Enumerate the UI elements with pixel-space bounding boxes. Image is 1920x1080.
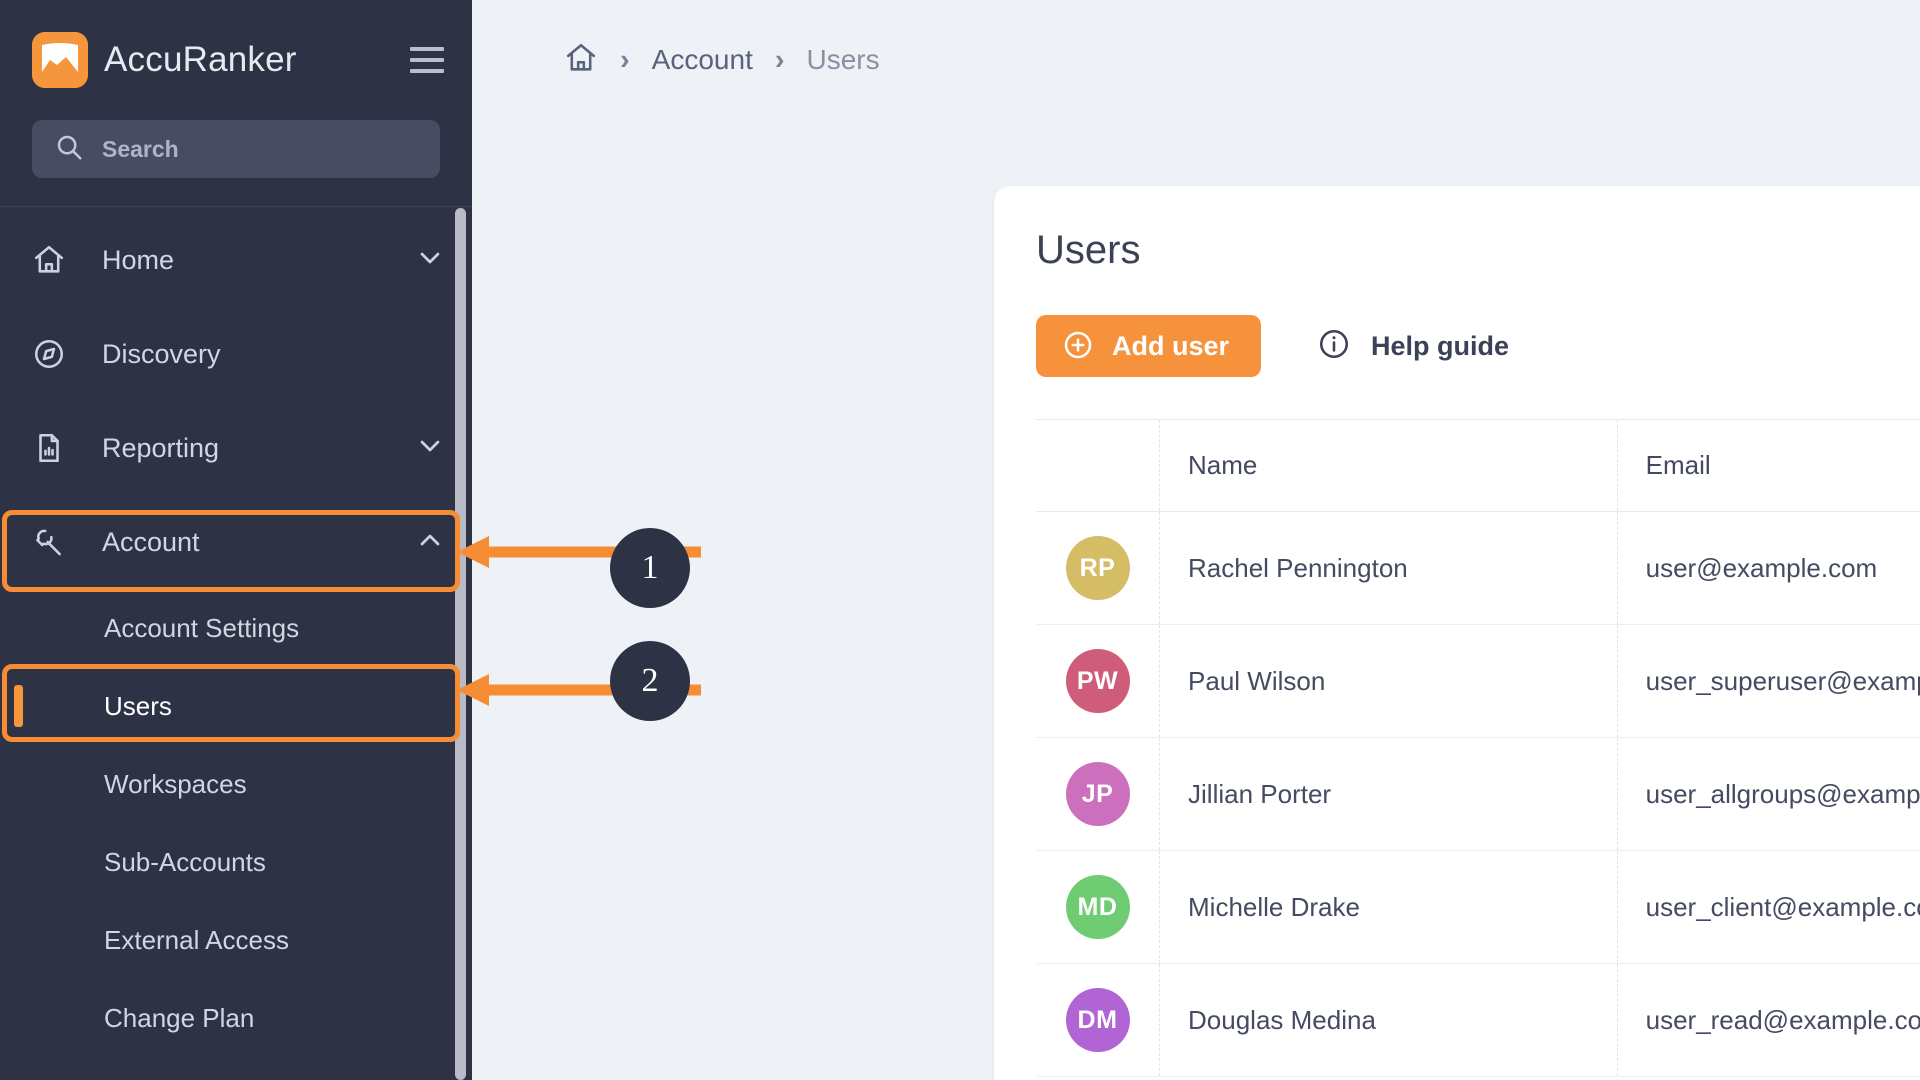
breadcrumb: › Account › Users xyxy=(472,0,1920,120)
add-user-button[interactable]: Add user xyxy=(1036,315,1262,377)
brand-name: AccuRanker xyxy=(104,40,297,79)
avatar-cell: PW xyxy=(1036,624,1161,738)
user-name-cell: Paul Wilson xyxy=(1159,624,1618,738)
sidebar-item-account[interactable]: Account xyxy=(0,495,472,589)
avatar: MD xyxy=(1065,875,1130,939)
sidebar-nav: Home Discovery Reporting Account Account… xyxy=(0,207,472,1057)
sidebar-subitem-label: Change Plan xyxy=(104,1002,255,1033)
user-email-cell: user_read@example.com xyxy=(1617,963,1920,1077)
avatar-cell: JP xyxy=(1036,737,1161,851)
user-name-cell: Jillian Porter xyxy=(1159,737,1618,851)
sidebar-subitem-label: External Access xyxy=(104,924,289,955)
avatar: JP xyxy=(1065,762,1130,826)
sidebar-search-wrap: Search xyxy=(0,120,472,178)
sidebar-item-label: Home xyxy=(102,244,175,275)
add-user-label: Add user xyxy=(1112,330,1230,361)
avatar-cell: RP xyxy=(1036,511,1161,625)
action-bar: Add user Help guide xyxy=(994,273,1920,377)
sidebar-subitem-label: Workspaces xyxy=(104,768,247,799)
sidebar-item-label: Reporting xyxy=(102,432,220,463)
sidebar-item-label: Discovery xyxy=(102,338,221,369)
users-table-body: RPRachel Penningtonuser@example.comAdmin… xyxy=(1036,511,1920,1077)
sidebar-item-users[interactable]: Users xyxy=(0,667,472,745)
chevron-down-icon[interactable] xyxy=(414,242,446,279)
avatar-cell: MD xyxy=(1036,850,1161,964)
sidebar-item-sub-accounts[interactable]: Sub-Accounts xyxy=(0,823,472,901)
home-icon[interactable] xyxy=(564,41,598,80)
home-icon xyxy=(32,243,74,277)
search-placeholder: Search xyxy=(102,135,179,162)
plus-circle-icon xyxy=(1062,329,1094,364)
sidebar-item-change-plan[interactable]: Change Plan xyxy=(0,979,472,1057)
user-name-cell: Douglas Medina xyxy=(1159,963,1618,1077)
page-title: Users xyxy=(1036,228,1141,272)
sidebar-item-reporting[interactable]: Reporting xyxy=(0,401,472,495)
chevron-down-icon[interactable] xyxy=(414,430,446,467)
user-name-cell: Rachel Pennington xyxy=(1159,511,1618,625)
column-header-avatar xyxy=(1036,419,1161,512)
users-panel: Users Add user Help guide Name Email RP … xyxy=(994,186,1920,1080)
breadcrumb-separator: › xyxy=(620,43,630,76)
users-table-head: Name Email User role xyxy=(1036,419,1920,512)
sidebar-item-label: Account xyxy=(102,526,200,557)
table-row: MDMichelle Drakeuser_client@example.comW… xyxy=(1036,850,1920,964)
avatar: PW xyxy=(1065,649,1130,713)
table-header-row: Name Email User role xyxy=(1036,419,1920,512)
sidebar-item-workspaces[interactable]: Workspaces xyxy=(0,745,472,823)
help-guide-link[interactable]: Help guide xyxy=(1317,327,1509,366)
search-input[interactable]: Search xyxy=(32,120,440,178)
table-row: PWPaul Wilsonuser_superuser@example.comS… xyxy=(1036,624,1920,738)
callout-badge-2: 2 xyxy=(610,641,690,721)
user-name-cell: Michelle Drake xyxy=(1159,850,1618,964)
breadcrumb-item-account[interactable]: Account xyxy=(652,44,753,76)
search-icon xyxy=(54,132,84,167)
compass-icon xyxy=(32,337,74,371)
column-header-email: Email xyxy=(1617,419,1920,512)
accuranker-logo-icon xyxy=(32,32,88,88)
user-email-cell: user_superuser@example.com xyxy=(1617,624,1920,738)
sidebar-item-account-settings[interactable]: Account Settings xyxy=(0,589,472,667)
app-root: AccuRanker Search Home Discovery Reporti… xyxy=(0,0,1920,1080)
table-row: JP Jillian Porteruser_allgroups@example.c… xyxy=(1036,737,1920,851)
user-email-cell: user_allgroups@example.com xyxy=(1617,737,1920,851)
main-content: › Account › Users Users Add user Help gu… xyxy=(472,0,1920,1080)
avatar: DM xyxy=(1065,988,1130,1052)
breadcrumb-separator: › xyxy=(774,43,785,76)
info-circle-icon xyxy=(1317,327,1351,366)
sidebar-subitem-label: Users xyxy=(104,690,172,721)
breadcrumb-item-users: Users xyxy=(806,44,880,75)
user-email-cell: user@example.com xyxy=(1617,511,1920,625)
wrench-icon xyxy=(32,525,74,559)
sidebar-item-external-access[interactable]: External Access xyxy=(0,901,472,979)
hamburger-menu-icon[interactable] xyxy=(410,47,444,73)
chevron-up-icon[interactable] xyxy=(414,524,446,561)
sidebar-item-discovery[interactable]: Discovery xyxy=(0,307,472,401)
callout-badge-1: 1 xyxy=(610,528,690,608)
avatar-cell: DM xyxy=(1036,963,1161,1077)
users-table: Name Email User role RP Rachel Pennington… xyxy=(1036,419,1920,1077)
sidebar: AccuRanker Search Home Discovery Reporti… xyxy=(0,0,472,1080)
sidebar-brand-row: AccuRanker xyxy=(0,0,472,120)
sidebar-item-home[interactable]: Home xyxy=(0,213,472,307)
sidebar-subitem-label: Sub-Accounts xyxy=(104,846,266,877)
table-row: DMDouglas Medinauser_read@example.comRea… xyxy=(1036,963,1920,1077)
report-document-icon xyxy=(32,431,74,465)
user-email-cell: user_client@example.com xyxy=(1617,850,1920,964)
column-header-name: Name xyxy=(1159,419,1618,512)
table-row: RPRachel Penningtonuser@example.comAdmin xyxy=(1036,511,1920,625)
sidebar-scrollbar[interactable] xyxy=(455,208,466,1080)
help-guide-label: Help guide xyxy=(1371,330,1510,361)
sidebar-subitem-label: Account Settings xyxy=(104,612,300,643)
avatar: RP xyxy=(1065,536,1130,600)
